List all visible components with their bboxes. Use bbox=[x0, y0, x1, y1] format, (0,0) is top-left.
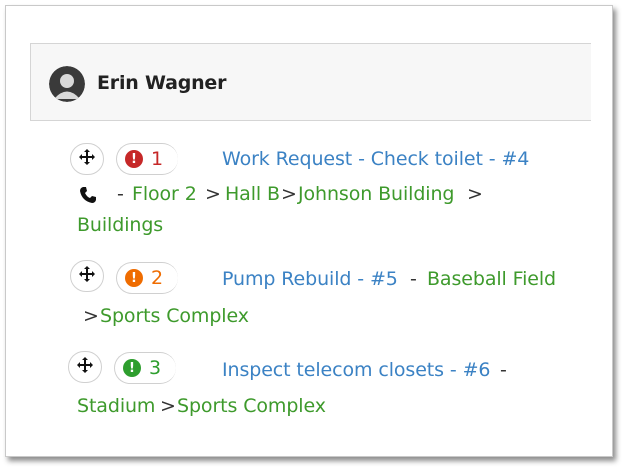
work-order-link[interactable]: Pump Rebuild - #5 bbox=[222, 268, 398, 290]
priority-badge[interactable]: ! 3 bbox=[114, 352, 176, 384]
priority-number: 3 bbox=[149, 357, 162, 379]
drag-handle-button[interactable] bbox=[70, 260, 104, 292]
exclamation-icon: ! bbox=[125, 150, 143, 168]
avatar bbox=[49, 66, 85, 102]
breadcrumb-separator: > bbox=[205, 183, 221, 205]
location-link[interactable]: Sports Complex bbox=[100, 305, 249, 327]
location-link[interactable]: Hall B bbox=[225, 183, 280, 205]
priority-badge[interactable]: ! 2 bbox=[116, 262, 178, 294]
location-link[interactable]: Baseball Field bbox=[427, 268, 556, 290]
location-dash: - bbox=[117, 183, 124, 205]
location-link[interactable]: Sports Complex bbox=[177, 395, 326, 417]
assignee-panel: Erin Wagner ! 1 Work Request - Check toi… bbox=[5, 5, 613, 457]
location-link[interactable]: Stadium bbox=[77, 395, 155, 417]
breadcrumb-separator: > bbox=[160, 395, 176, 417]
assignee-header: Erin Wagner bbox=[30, 43, 591, 121]
exclamation-icon: ! bbox=[125, 269, 143, 287]
phone-icon bbox=[79, 186, 97, 208]
move-icon bbox=[76, 356, 94, 378]
work-order-link[interactable]: Work Request - Check toilet - #4 bbox=[222, 148, 529, 170]
breadcrumb-separator: > bbox=[467, 183, 483, 205]
priority-badge[interactable]: ! 1 bbox=[116, 143, 178, 175]
location-dash: - bbox=[500, 359, 507, 381]
assignee-name: Erin Wagner bbox=[97, 72, 227, 94]
exclamation-icon: ! bbox=[123, 359, 141, 377]
breadcrumb-separator: > bbox=[83, 305, 99, 327]
priority-number: 2 bbox=[151, 267, 164, 289]
location-dash: - bbox=[410, 268, 417, 290]
work-order-link[interactable]: Inspect telecom closets - #6 bbox=[222, 359, 490, 381]
priority-number: 1 bbox=[151, 148, 164, 170]
location-link[interactable]: Floor 2 bbox=[132, 183, 197, 205]
location-link[interactable]: Buildings bbox=[77, 214, 163, 236]
drag-handle-button[interactable] bbox=[70, 143, 104, 175]
breadcrumb-separator: > bbox=[281, 183, 297, 205]
move-icon bbox=[78, 265, 96, 287]
drag-handle-button[interactable] bbox=[68, 351, 102, 383]
move-icon bbox=[78, 148, 96, 170]
location-link[interactable]: Johnson Building bbox=[298, 183, 455, 205]
